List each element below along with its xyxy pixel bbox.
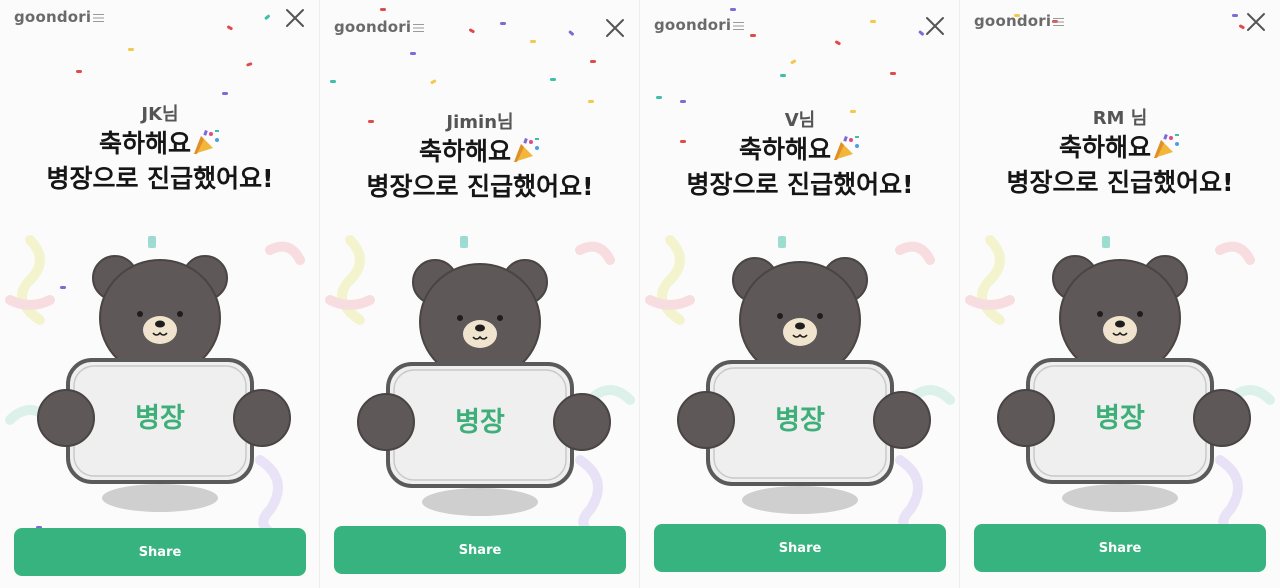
celebration-screen-v: goondori V님 축하해요 병장으로 진급했어요! 병장 Share	[640, 0, 960, 588]
celebration-screen-jk: goondori JK님 축하해요 병장으로 진급했어요! 병장 Share	[0, 0, 320, 588]
headline-line-2: 병장으로 진급했어요!	[1006, 168, 1234, 197]
share-button[interactable]: Share	[334, 526, 626, 574]
congrats-headline: 축하해요 병장으로 진급했어요!	[320, 134, 639, 204]
rank-sign-text: 병장	[455, 407, 505, 438]
goondori-logo: goondori	[334, 18, 425, 36]
bear-illustration: 병장	[330, 234, 630, 524]
close-button[interactable]	[283, 6, 307, 30]
close-icon	[926, 17, 944, 35]
goondori-logo: goondori	[14, 8, 105, 26]
party-popper-icon	[514, 138, 539, 162]
bear-illustration: 병장	[10, 230, 310, 520]
close-icon	[286, 9, 304, 27]
rank-sign-text: 병장	[775, 405, 825, 436]
screenshot-strip: goondori JK님 축하해요 병장으로 진급했어요! 병장 Share g…	[0, 0, 1280, 588]
congrats-headline: 축하해요 병장으로 진급했어요!	[960, 130, 1280, 200]
party-popper-icon	[194, 130, 219, 154]
user-greeting: V님	[784, 110, 816, 131]
close-button[interactable]	[603, 16, 627, 40]
congrats-headline: 축하해요 병장으로 진급했어요!	[640, 132, 959, 202]
headline-line-1: 축하해요	[98, 129, 191, 158]
congrats-headline: 축하해요 병장으로 진급했어요!	[0, 126, 319, 196]
rank-sign-text: 병장	[1095, 403, 1145, 434]
close-icon	[606, 19, 624, 37]
celebration-screen-jimin: goondori Jimin님 축하해요 병장으로 진급했어요! 병장 Shar…	[320, 0, 640, 588]
headline-line-2: 병장으로 진급했어요!	[686, 170, 914, 199]
user-greeting: JK님	[141, 104, 179, 125]
headline-line-2: 병장으로 진급했어요!	[366, 172, 594, 201]
close-button[interactable]	[923, 14, 947, 38]
goondori-logo: goondori	[654, 16, 745, 34]
headline-line-1: 축하해요	[418, 137, 511, 166]
share-button[interactable]: Share	[974, 524, 1266, 572]
headline-line-1: 축하해요	[1058, 133, 1151, 162]
party-popper-icon	[834, 136, 859, 160]
party-popper-icon	[1154, 134, 1179, 158]
share-button[interactable]: Share	[14, 528, 306, 576]
user-greeting: RM 님	[1092, 108, 1148, 129]
goondori-logo: goondori	[974, 12, 1065, 30]
share-button[interactable]: Share	[654, 524, 946, 572]
bear-illustration: 병장	[650, 232, 950, 522]
bear-illustration: 병장	[970, 230, 1270, 520]
celebration-screen-rm: goondori RM 님 축하해요 병장으로 진급했어요! 병장 Share	[960, 0, 1280, 588]
user-greeting: Jimin님	[446, 112, 514, 133]
close-button[interactable]	[1244, 10, 1268, 34]
headline-line-1: 축하해요	[738, 135, 831, 164]
headline-line-2: 병장으로 진급했어요!	[46, 164, 274, 193]
close-icon	[1247, 13, 1265, 31]
rank-sign-text: 병장	[135, 403, 185, 434]
